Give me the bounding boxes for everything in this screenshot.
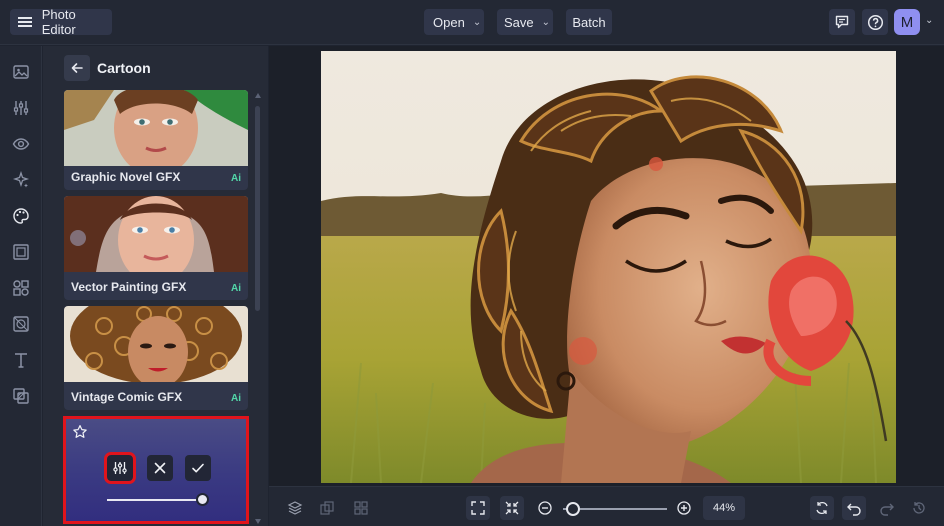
overlays-tool-button[interactable]	[11, 386, 31, 406]
scrollbar-thumb[interactable]	[255, 106, 260, 311]
adjust-tool-button[interactable]	[11, 98, 31, 118]
undo-icon	[847, 503, 861, 516]
effect-thumbnail	[64, 306, 248, 382]
help-button[interactable]	[862, 9, 888, 35]
effect-thumbnail	[64, 196, 248, 272]
tool-sidebar	[0, 46, 42, 526]
main-menu-button[interactable]: Photo Editor	[10, 7, 112, 37]
chevron-down-icon: ⌄	[472, 16, 482, 28]
apply-effect-button[interactable]	[185, 455, 211, 481]
help-icon	[867, 14, 883, 30]
redo-icon	[880, 503, 894, 516]
effect-intensity-slider-thumb[interactable]	[196, 493, 209, 506]
shapes-icon	[13, 280, 29, 296]
ai-badge: Ai	[231, 393, 241, 404]
sparkle-icon	[12, 171, 30, 188]
grid-icon	[354, 501, 368, 515]
ai-badge: Ai	[231, 173, 241, 184]
effect-label: Vintage Comic GFX	[71, 390, 183, 404]
reset-button[interactable]	[810, 496, 834, 520]
undo-button[interactable]	[842, 496, 866, 520]
shrink-icon	[505, 501, 519, 515]
fit-screen-icon	[471, 501, 485, 515]
close-icon	[154, 462, 166, 474]
effect-label: Graphic Novel GFX	[71, 170, 181, 184]
text-tool-button[interactable]	[11, 350, 31, 370]
image-icon	[13, 65, 29, 79]
text-icon	[15, 353, 27, 368]
eye-icon	[12, 138, 30, 150]
chevron-down-icon[interactable]: ⌄	[925, 15, 933, 26]
grid-button[interactable]	[349, 496, 373, 520]
feedback-icon	[835, 15, 849, 29]
effect-label: Vector Painting GFX	[71, 280, 187, 294]
zoom-value[interactable]: 44%	[703, 496, 745, 520]
cancel-effect-button[interactable]	[147, 455, 173, 481]
ai-badge: Ai	[231, 283, 241, 294]
fit-to-screen-button[interactable]	[466, 496, 490, 520]
favorite-star-icon[interactable]	[72, 424, 88, 440]
layers-icon	[287, 501, 303, 515]
scroll-up-arrow-icon[interactable]	[255, 93, 261, 98]
checkmark-icon	[192, 463, 204, 473]
batch-button[interactable]: Batch	[566, 9, 612, 35]
effect-thumbnail	[64, 90, 248, 166]
textures-tool-button[interactable]	[11, 314, 31, 334]
adjust-sliders-icon	[13, 101, 29, 115]
hamburger-icon	[18, 17, 32, 27]
arrow-left-icon	[71, 63, 83, 73]
zoom-slider-thumb[interactable]	[566, 502, 581, 516]
effect-intensity-slider[interactable]	[107, 499, 203, 501]
effect-card[interactable]: Vintage Comic GFX Ai	[64, 306, 248, 410]
image-tool-button[interactable]	[11, 62, 31, 82]
history-icon	[913, 502, 925, 514]
compare-icon	[320, 501, 334, 515]
open-button[interactable]: Open ⌄	[424, 9, 484, 35]
scroll-down-arrow-icon[interactable]	[255, 519, 261, 524]
user-avatar[interactable]: M	[894, 9, 920, 35]
panel-scrollbar[interactable]	[254, 46, 263, 526]
effect-card[interactable]: Graphic Novel GFX Ai	[64, 90, 248, 190]
graphics-tool-button[interactable]	[11, 278, 31, 298]
top-bar: Photo Editor Open ⌄ Save ⌄ Batch M ⌄	[0, 0, 944, 45]
app-title: Photo Editor	[41, 7, 76, 37]
ai-tool-button[interactable]	[11, 170, 31, 190]
refresh-icon	[816, 501, 828, 515]
edited-photo	[321, 51, 896, 483]
palette-icon	[13, 208, 29, 224]
redo-button[interactable]	[875, 496, 899, 520]
back-button[interactable]	[64, 55, 90, 81]
view-tool-button[interactable]	[11, 134, 31, 154]
zoom-in-button[interactable]	[672, 496, 696, 520]
panel-title: Cartoon	[97, 60, 151, 76]
zoom-out-icon	[538, 501, 552, 515]
layers-button[interactable]	[283, 496, 307, 520]
overlay-icon	[13, 388, 29, 404]
save-button[interactable]: Save ⌄	[497, 9, 553, 35]
actual-size-button[interactable]	[500, 496, 524, 520]
canvas-area	[269, 46, 944, 486]
zoom-out-button[interactable]	[533, 496, 557, 520]
zoom-in-icon	[677, 501, 691, 515]
adjust-effect-button[interactable]	[104, 452, 136, 484]
feedback-button[interactable]	[829, 9, 855, 35]
texture-icon	[13, 316, 29, 332]
batch-label: Batch	[572, 14, 606, 30]
frame-icon	[13, 244, 29, 260]
history-button[interactable]	[907, 496, 931, 520]
frames-tool-button[interactable]	[11, 242, 31, 262]
effect-card[interactable]: Vector Painting GFX Ai	[64, 196, 248, 300]
selected-effect-controls	[63, 416, 249, 524]
save-label: Save	[504, 14, 534, 30]
effects-tool-button[interactable]	[11, 206, 31, 226]
open-label: Open	[433, 14, 465, 30]
chevron-down-icon: ⌄	[541, 16, 551, 28]
adjust-sliders-icon	[113, 462, 127, 474]
effects-panel: Cartoon Graphic Novel GFX Ai Vector Pain…	[43, 46, 268, 526]
bottom-toolbar: 44%	[269, 486, 944, 526]
compare-button[interactable]	[315, 496, 339, 520]
